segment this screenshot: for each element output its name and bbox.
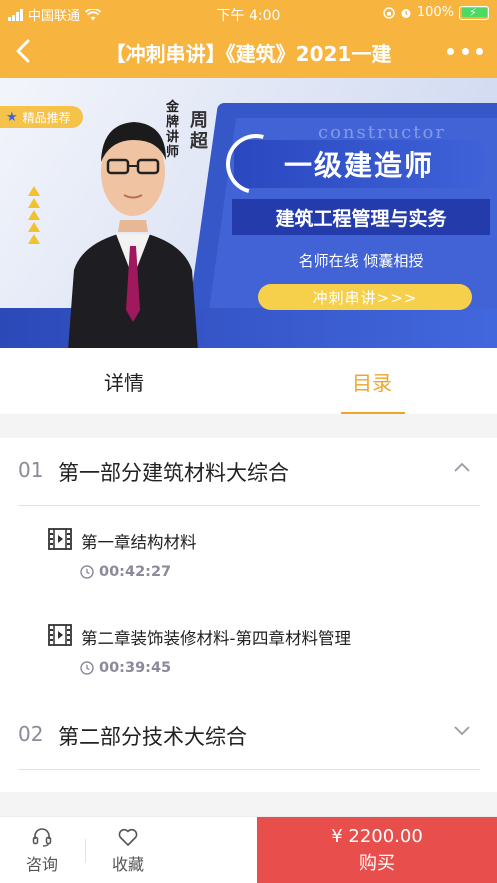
- clock-icon: [80, 565, 94, 579]
- clock-icon: [80, 661, 94, 675]
- teacher-photo: [68, 122, 198, 348]
- tab-active-indicator: [341, 412, 405, 414]
- heart-icon: [118, 828, 138, 846]
- divider: [85, 839, 86, 863]
- alarm-icon: [401, 8, 411, 18]
- lesson-title: 第一章结构材料: [81, 533, 197, 552]
- favorite-button[interactable]: 收藏: [88, 817, 168, 883]
- star-icon: ★: [6, 109, 18, 125]
- consult-button[interactable]: 咨询: [2, 817, 82, 883]
- course-slogan: 名师在线 倾囊相授: [298, 252, 424, 270]
- course-cta: 冲刺串讲>>>: [258, 284, 472, 310]
- battery-percent: 100%: [416, 5, 454, 20]
- tab-catalog[interactable]: 目录: [312, 348, 432, 414]
- lesson-item[interactable]: 第二章装饰装修材料-第四章材料管理 00:39:45: [48, 624, 468, 704]
- bottom-action-bar: 咨询 收藏 ¥ 2200.00 购买: [0, 816, 497, 883]
- chevron-up-icon[interactable]: [452, 460, 472, 474]
- favorite-label: 收藏: [111, 854, 144, 874]
- lesson-item[interactable]: 第一章结构材料 00:42:27: [48, 528, 468, 608]
- tab-bar: 详情 目录: [0, 348, 497, 414]
- catalog-section[interactable]: 01 第一部分建筑材料大综合: [18, 438, 480, 506]
- section-title: 第二部分技术大综合: [58, 725, 247, 749]
- back-arrow-icon[interactable]: [10, 36, 40, 66]
- course-banner: ★ 精品推荐 金牌讲师 周超 constructor 一级建造师 建筑工程管理与…: [0, 78, 497, 348]
- catalog-list: 01 第一部分建筑材料大综合 第一章结构材料 00:42:27 第二章装饰装修材…: [0, 438, 497, 792]
- headset-icon: [32, 827, 52, 847]
- lesson-duration-label: 00:42:27: [99, 564, 172, 580]
- tab-detail[interactable]: 详情: [64, 348, 184, 414]
- buy-button[interactable]: ¥ 2200.00 购买: [257, 817, 497, 883]
- lesson-title: 第二章装饰装修材料-第四章材料管理: [81, 629, 351, 648]
- consult-label: 咨询: [25, 854, 58, 874]
- chevron-down-icon[interactable]: [452, 724, 472, 738]
- rotation-lock-icon: [383, 6, 395, 19]
- lesson-duration: 00:42:27: [80, 564, 171, 580]
- teacher-name: 周超: [190, 110, 208, 152]
- course-subject: 建筑工程管理与实务: [232, 199, 490, 235]
- decorative-triangles: [28, 186, 42, 246]
- level-title: 一级建造师: [215, 123, 484, 205]
- section-number: 01: [18, 458, 44, 482]
- more-dots-icon[interactable]: [447, 37, 483, 65]
- battery-icon: ⚡: [459, 5, 489, 20]
- page-title: 【冲刺串讲】《建筑》2021一建: [105, 42, 392, 66]
- section-title: 第一部分建筑材料大综合: [58, 461, 289, 485]
- nav-bar: 【冲刺串讲】《建筑》2021一建: [0, 26, 497, 78]
- catalog-section[interactable]: 02 第二部分技术大综合: [18, 702, 480, 770]
- level-title-label: 一级建造师: [283, 149, 434, 182]
- status-bar: 中国联通 下午 4:00 100% ⚡: [0, 0, 497, 26]
- video-icon: [48, 528, 72, 550]
- lesson-duration-label: 00:39:45: [99, 660, 172, 676]
- video-icon: [48, 624, 72, 646]
- teacher-tag: 金牌讲师: [166, 100, 180, 160]
- buy-label: 购买: [359, 853, 395, 874]
- price-label: ¥ 2200.00: [331, 826, 423, 847]
- section-number: 02: [18, 722, 44, 746]
- lesson-duration: 00:39:45: [80, 660, 171, 676]
